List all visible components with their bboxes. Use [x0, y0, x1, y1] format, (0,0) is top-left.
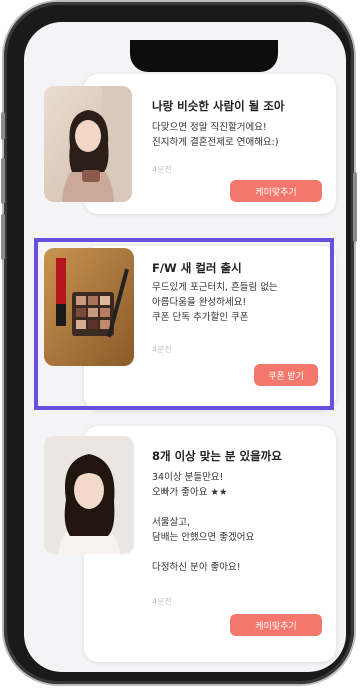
selection-highlight: [34, 238, 334, 410]
chemistry-match-button[interactable]: 케미맞추기: [230, 614, 322, 636]
mute-switch: [1, 112, 5, 140]
notch: [130, 40, 278, 72]
card-body: 다맞으면 정말 직진할거에요! 진지하게 결혼전제로 연애해요:): [152, 122, 279, 148]
volume-down-button: [1, 214, 5, 260]
profile-photo-1[interactable]: [44, 86, 132, 202]
profile-photo-2[interactable]: [44, 436, 134, 554]
power-button: [353, 172, 357, 242]
volume-up-button: [1, 158, 5, 204]
timestamp: 4분전: [152, 597, 172, 606]
card-title: 8개 이상 맞는 분 있을까요: [152, 449, 282, 463]
timestamp: 4분전: [152, 165, 172, 174]
card-title: 나랑 비슷한 사람이 될 조아: [152, 99, 285, 113]
chemistry-match-button[interactable]: 케미맞추기: [230, 180, 322, 202]
card-body: 34이상 분들만요! 오빠가 좋아요 ★★ 서울살고, 담배는 안했으면 좋겠어…: [152, 472, 255, 573]
